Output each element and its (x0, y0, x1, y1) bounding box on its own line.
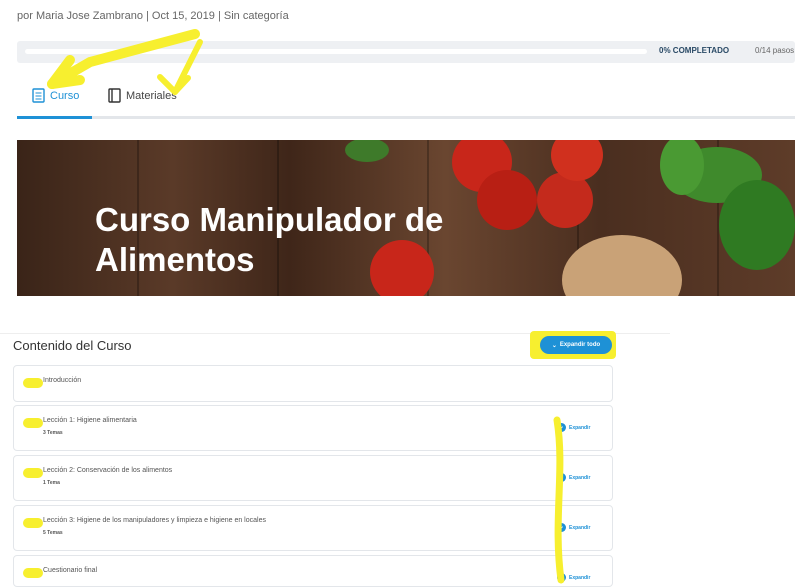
expand-button[interactable]: ⌄ Expandir (557, 423, 590, 432)
chevron-down-icon: ⌄ (557, 473, 566, 482)
lesson-title: Introducción (43, 377, 82, 384)
document-icon (32, 88, 45, 103)
yellow-highlight (23, 418, 43, 428)
chevron-down-icon: ⌄ (557, 423, 566, 432)
tab-materiales[interactable]: Materiales (108, 88, 177, 103)
tab-curso[interactable]: Curso (32, 88, 79, 103)
expand-label: Expandir (569, 574, 591, 581)
progress-panel: 0% COMPLETADO 0/14 pasos (17, 41, 795, 63)
post-meta: por Maria Jose Zambrano | Oct 15, 2019 |… (17, 10, 289, 22)
expand-label: Expandir (569, 524, 591, 531)
expand-label: Expandir (569, 424, 591, 431)
lesson-item[interactable]: Introducción (13, 365, 613, 402)
expand-button[interactable]: ⌄ Expandir (557, 573, 590, 582)
book-icon (108, 88, 121, 103)
lesson-title: Lección 1: Higiene alimentaria (43, 417, 137, 424)
course-banner: Curso Manipulador de Alimentos (17, 140, 795, 296)
chevron-down-icon: ⌄ (557, 523, 566, 532)
expand-button[interactable]: ⌄ Expandir (557, 473, 590, 482)
lesson-item[interactable]: Lección 1: Higiene alimentaria 3 Temas ⌄… (13, 405, 613, 451)
lesson-title: Lección 3: Higiene de los manipuladores … (43, 517, 266, 524)
yellow-highlight (23, 518, 43, 528)
tab-curso-label: Curso (50, 89, 80, 102)
course-title: Curso Manipulador de Alimentos (95, 201, 444, 278)
yellow-highlight (23, 468, 43, 478)
lesson-item[interactable]: Lección 2: Conservación de los alimentos… (13, 455, 613, 501)
lesson-title: Cuestionario final (43, 567, 98, 574)
lesson-topics-count: 3 Temas (43, 430, 63, 436)
lesson-title: Lección 2: Conservación de los alimentos (43, 467, 173, 474)
progress-bar (25, 49, 647, 54)
expand-all-button[interactable]: ⌄ Expandir todo (540, 336, 612, 354)
yellow-highlight (23, 378, 43, 388)
chevron-down-icon: ⌄ (551, 342, 557, 349)
lesson-item[interactable]: Cuestionario final ⌄ Expandir (13, 555, 613, 587)
tabs-divider (17, 116, 795, 119)
lesson-topics-count: 5 Temas (43, 530, 63, 536)
course-content-heading: Contenido del Curso (13, 338, 132, 353)
yellow-highlight (23, 568, 43, 578)
expand-all-label: Expandir todo (559, 342, 601, 348)
expand-button[interactable]: ⌄ Expandir (557, 523, 590, 532)
lesson-item[interactable]: Lección 3: Higiene de los manipuladores … (13, 505, 613, 551)
tab-active-indicator (17, 116, 92, 119)
expand-label: Expandir (569, 474, 591, 481)
lesson-topics-count: 1 Tema (43, 480, 60, 486)
progress-steps: 0/14 pasos (755, 46, 795, 55)
tab-materiales-label: Materiales (126, 89, 177, 102)
progress-percent: 0% COMPLETADO (659, 46, 730, 55)
chevron-down-icon: ⌄ (557, 573, 566, 582)
